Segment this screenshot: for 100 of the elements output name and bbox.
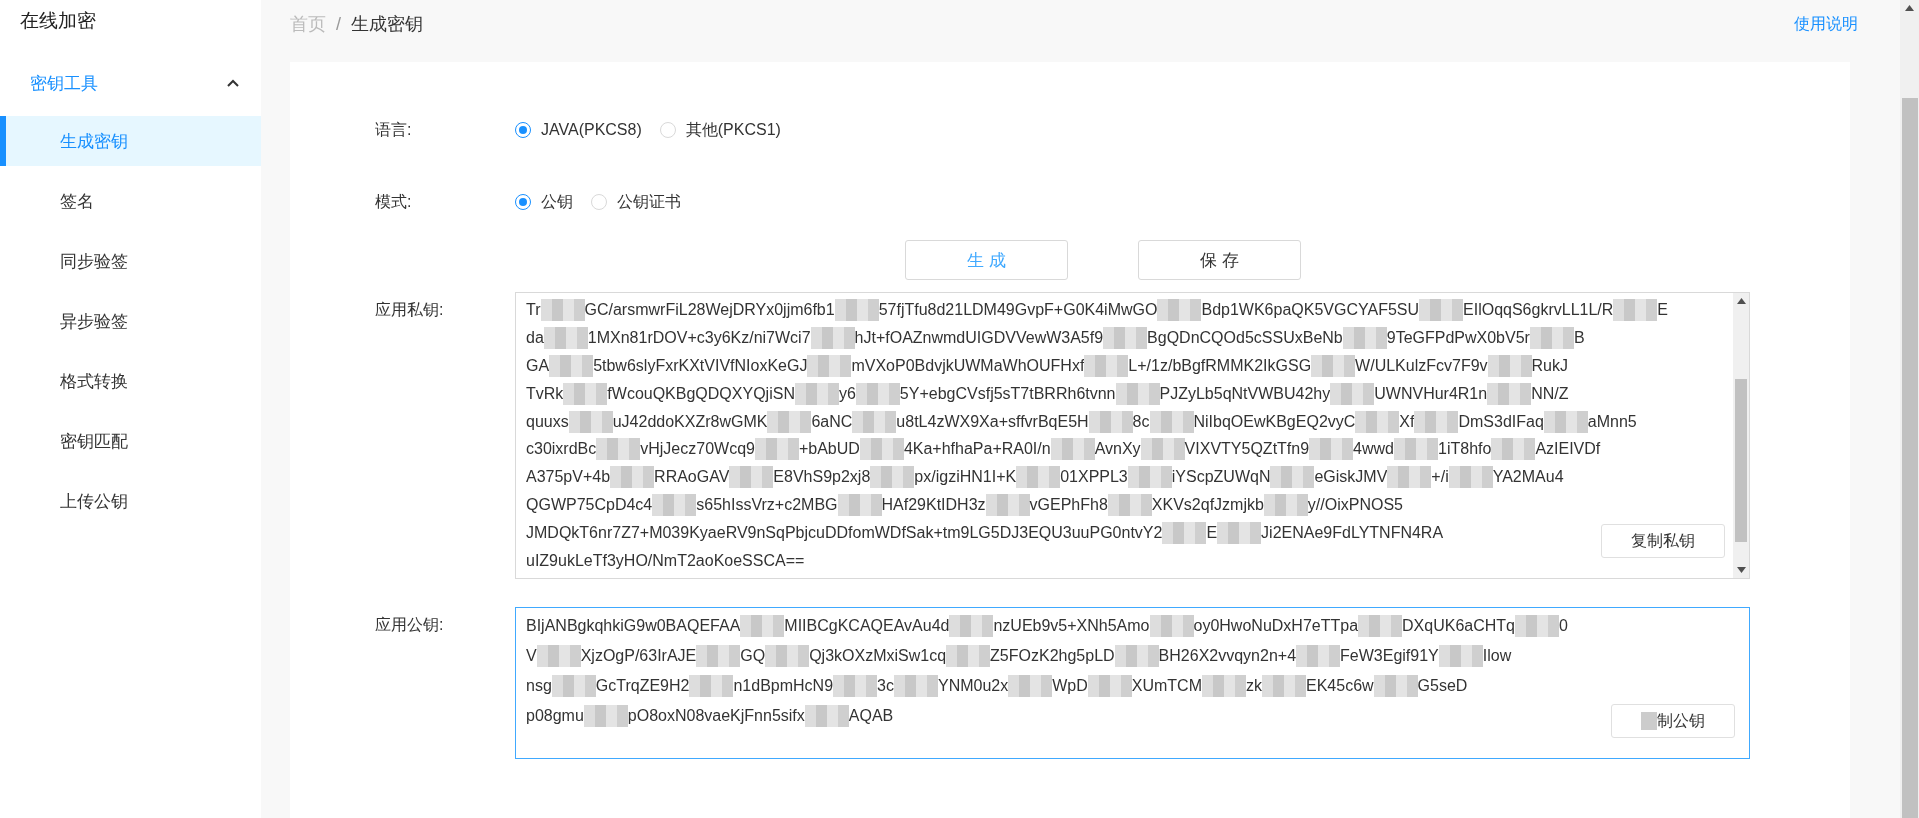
mosaic-block <box>1162 522 1207 545</box>
mosaic-block <box>1355 410 1400 433</box>
mosaic-block <box>1487 382 1532 405</box>
key-text: WpD <box>1052 677 1088 695</box>
sidebar-item[interactable]: 密钥匹配 <box>0 416 261 466</box>
key-text: GA <box>526 356 550 375</box>
key-text: XKVs2qfJzmjkb <box>1151 496 1264 515</box>
breadcrumb-separator: / <box>336 13 341 35</box>
key-text: JMDQkT6nr7Z7+M039KyaeRV9nSqPbjcuDDfomWDfSak+tm9LG5DJ3EQU3uuPG0ntvY2 <box>526 524 1163 543</box>
sidebar-title: 在线加密 <box>19 9 97 33</box>
mosaic-block <box>696 645 741 667</box>
key-text: c30ixrdBc <box>526 440 597 459</box>
key-text: oy0HwoNuDxH7eTTpa <box>1193 617 1359 635</box>
key-text: 8c <box>1132 412 1150 431</box>
key-text: Ilow <box>1482 647 1512 665</box>
key-text: uJ42ddoKXZr8wGMK <box>612 412 768 431</box>
mosaic-block <box>1263 494 1308 517</box>
copy-button[interactable]: 制公钥 <box>1611 704 1735 738</box>
save-button[interactable]: 保 存 <box>1138 240 1301 280</box>
key-text: vHjJecz70Wcq9 <box>640 440 755 459</box>
mosaic-block <box>1373 675 1418 697</box>
scroll-up-icon[interactable] <box>1905 5 1914 11</box>
key-text: iYScpZUWqN <box>1171 468 1271 487</box>
mosaic-block <box>1103 326 1148 349</box>
scroll-down-icon[interactable] <box>1736 567 1746 573</box>
key-text: EK45c6w <box>1306 677 1374 695</box>
mosaic-block <box>833 675 878 697</box>
scroll-up-icon[interactable] <box>1736 298 1746 304</box>
key-text: pO8oxN08vaeKjFnn5sifx <box>627 707 805 725</box>
sidebar-item[interactable]: 格式转换 <box>0 356 261 406</box>
page-scrollbar[interactable] <box>1900 0 1919 818</box>
key-text: 3c <box>877 677 894 695</box>
scrollbar[interactable] <box>1733 293 1749 578</box>
sidebar-item[interactable]: 异步验签 <box>0 296 261 346</box>
key-text: 1iT8hfo <box>1438 440 1492 459</box>
key-text: aMnn5 <box>1587 412 1637 431</box>
key-text: 1MXn81rDOV+c3y6Kz/ni7Wci7 <box>587 328 811 347</box>
key-textarea[interactable] <box>515 607 1750 759</box>
mosaic-block <box>1419 298 1464 321</box>
key-text: BH26X2vvqyn2n+4 <box>1158 647 1297 665</box>
key-text: DXqUK6aCHTq <box>1402 617 1515 635</box>
mosaic-block <box>1149 615 1194 637</box>
mosaic-block <box>1309 438 1354 461</box>
mosaic-block <box>1084 354 1129 377</box>
mosaic-block <box>1613 298 1658 321</box>
sidebar-item[interactable]: 上传公钥 <box>0 476 261 526</box>
mosaic-block <box>765 645 810 667</box>
field-label: 语言: <box>375 119 413 140</box>
key-text: Z5FOzK2hg5pLD <box>990 647 1115 665</box>
sidebar-item[interactable]: 签名 <box>0 176 261 226</box>
key-text: MIIBCgKCAQEAvAu4d <box>784 617 950 635</box>
mosaic-block <box>855 382 900 405</box>
key-text: GQ <box>740 647 766 665</box>
mosaic-block <box>689 675 734 697</box>
key-text: Ji2ENAe9FdLYTNFN4RA <box>1261 524 1444 543</box>
key-text: 4wwd <box>1353 440 1394 459</box>
key-text: NN/Z <box>1531 384 1569 403</box>
key-text: L+/1z/bBgfRMMK2IkGSG <box>1128 356 1312 375</box>
key-text: DmS3dIFaq <box>1458 412 1544 431</box>
sidebar-item[interactable]: 同步验签 <box>0 236 261 286</box>
copy-button[interactable]: 复制私钥 <box>1601 524 1725 558</box>
key-text: eGiskJMV <box>1314 468 1388 487</box>
key-text: XjzOgP/63IrAJE <box>580 647 697 665</box>
mosaic-block <box>1330 382 1375 405</box>
key-text: AzIEIVDf <box>1535 440 1601 459</box>
mosaic-block <box>1514 615 1559 637</box>
key-text: nsg <box>526 677 552 695</box>
mosaic-block <box>1149 410 1194 433</box>
key-text: fWcouQKBgQDQXYQjiSN <box>607 384 795 403</box>
mosaic-block <box>1262 675 1306 697</box>
key-text: BgQDnCQOd5cSSUxBeNb <box>1147 328 1343 347</box>
field-label: 应用公钥: <box>375 615 445 635</box>
key-text: B <box>1573 328 1585 347</box>
key-text: Tr <box>526 300 541 319</box>
mosaic-block <box>870 466 915 489</box>
mosaic-block <box>949 615 994 637</box>
key-text: 0 <box>1558 617 1568 635</box>
mosaic-block <box>551 675 596 697</box>
mosaic-block <box>1107 494 1152 517</box>
mosaic-block <box>1342 326 1387 349</box>
radio-button[interactable] <box>515 122 531 138</box>
key-text: 9TeGFPdPwX0bV5r <box>1386 328 1530 347</box>
mosaic-block <box>740 615 785 637</box>
key-textarea[interactable] <box>515 292 1750 579</box>
mosaic-block <box>1140 438 1185 461</box>
mosaic-block <box>563 382 608 405</box>
key-text: 57fjTfu8d21LDM49GvpF+G0K4iMwGO <box>878 300 1158 319</box>
key-text: GC/arsmwrFiL28WejDRYx0jjm6fb1 <box>584 300 835 319</box>
mosaic-block <box>893 675 938 697</box>
key-text: Xf <box>1399 412 1415 431</box>
radio-button[interactable] <box>515 194 531 210</box>
mosaic-block <box>1529 326 1574 349</box>
breadcrumb-link[interactable]: 生成密钥 <box>351 12 423 36</box>
mosaic-block <box>1358 615 1403 637</box>
mosaic-block <box>1491 438 1536 461</box>
key-text: FeW3Egif91Y <box>1340 647 1439 665</box>
key-text: 5Y+ebgCVsfj5sT7tBRRh6tvnn <box>899 384 1116 403</box>
mosaic-block <box>1394 438 1438 461</box>
mosaic-block <box>1157 298 1202 321</box>
key-text: E8VhS9p2xj8 <box>773 468 871 487</box>
